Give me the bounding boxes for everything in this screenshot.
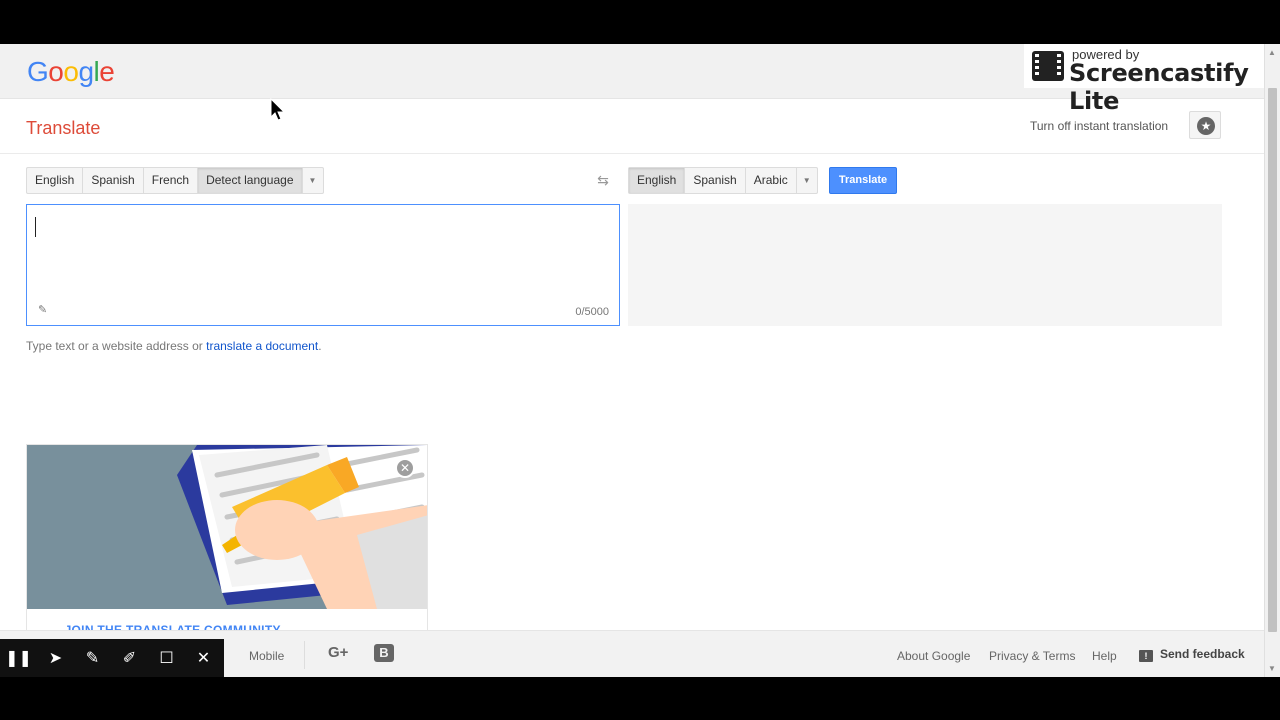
target-lang-arabic[interactable]: Arabic <box>746 168 797 193</box>
hint-suffix: . <box>318 339 322 353</box>
pointer-icon[interactable]: ➤ <box>37 639 74 677</box>
translate-document-link[interactable]: translate a document <box>206 339 318 353</box>
pencil-icon[interactable]: ✎ <box>38 303 47 316</box>
target-language-bar: English Spanish Arabic ▼ <box>628 167 818 194</box>
feedback-icon: ! <box>1139 650 1153 662</box>
logo-letter: o <box>63 56 79 87</box>
swap-languages-icon[interactable]: ⇆ <box>591 171 615 189</box>
google-plus-icon[interactable]: G+ <box>328 644 348 661</box>
vertical-scrollbar[interactable]: ▲ ▼ <box>1264 44 1280 677</box>
source-lang-french[interactable]: French <box>144 168 199 193</box>
footer-privacy-link[interactable]: Privacy & Terms <box>989 649 1075 663</box>
highlighter-illustration: ✕ <box>27 445 427 609</box>
source-language-bar: English Spanish French Detect language ▼ <box>26 167 324 194</box>
starred-button[interactable]: ★ <box>1189 111 1221 139</box>
pen-icon[interactable]: ✎ <box>74 639 111 677</box>
scroll-down-icon[interactable]: ▼ <box>1268 664 1276 673</box>
logo-letter: g <box>78 56 94 87</box>
source-lang-english[interactable]: English <box>27 168 84 193</box>
footer-mobile-link[interactable]: Mobile <box>249 649 284 663</box>
star-icon: ★ <box>1197 117 1215 135</box>
scroll-up-icon[interactable]: ▲ <box>1268 48 1276 57</box>
source-lang-dropdown-icon[interactable]: ▼ <box>303 168 323 193</box>
film-icon <box>1032 51 1064 81</box>
source-input[interactable] <box>31 209 611 299</box>
close-icon[interactable]: ✕ <box>185 639 222 677</box>
target-lang-english[interactable]: English <box>629 168 686 193</box>
target-lang-dropdown-icon[interactable]: ▼ <box>797 168 817 193</box>
input-hint: Type text or a website address or transl… <box>26 339 322 353</box>
recorder-toolbar: ❚❚ ➤ ✎ ✐ ☐ ✕ <box>0 639 224 677</box>
logo-letter: o <box>48 56 64 87</box>
instant-translation-toggle[interactable]: Turn off instant translation <box>1030 119 1168 133</box>
target-lang-spanish[interactable]: Spanish <box>685 168 746 193</box>
translate-button[interactable]: Translate <box>829 167 897 194</box>
rectangle-icon[interactable]: ☐ <box>148 639 185 677</box>
char-count: 0/5000 <box>575 306 609 318</box>
source-text-box[interactable]: ✎ 0/5000 <box>26 204 620 326</box>
logo-letter: e <box>99 56 115 87</box>
hint-prefix: Type text or a website address or <box>26 339 203 353</box>
google-logo[interactable]: Google <box>27 56 115 88</box>
footer-divider <box>304 641 305 669</box>
blogger-icon[interactable]: B <box>374 644 394 662</box>
source-lang-detect-language[interactable]: Detect language <box>198 168 303 193</box>
scroll-thumb[interactable] <box>1268 88 1277 632</box>
browser-viewport: Google powered by Screencastify Lite Tra… <box>0 44 1280 677</box>
send-feedback-button[interactable]: ! Send feedback <box>1139 647 1245 662</box>
source-lang-spanish[interactable]: Spanish <box>83 168 144 193</box>
footer-about-link[interactable]: About Google <box>897 649 970 663</box>
title-bar: Translate Turn off instant translation ★ <box>0 100 1264 154</box>
highlighter-icon[interactable]: ✐ <box>111 639 148 677</box>
screencastify-watermark: powered by Screencastify Lite <box>1024 44 1278 115</box>
community-card: ✕ → JOIN THE TRANSLATE COMMUNITY <box>26 444 428 634</box>
pause-icon[interactable]: ❚❚ <box>0 639 37 677</box>
send-feedback-label: Send feedback <box>1160 647 1245 661</box>
illustration-svg <box>177 445 427 609</box>
page-title: Translate <box>26 118 101 138</box>
card-close-icon[interactable]: ✕ <box>395 458 415 478</box>
text-caret <box>35 217 36 237</box>
logo-letter: G <box>27 56 49 87</box>
mouse-cursor-icon <box>270 98 286 121</box>
footer-help-link[interactable]: Help <box>1092 649 1117 663</box>
translation-result-box <box>628 204 1222 326</box>
